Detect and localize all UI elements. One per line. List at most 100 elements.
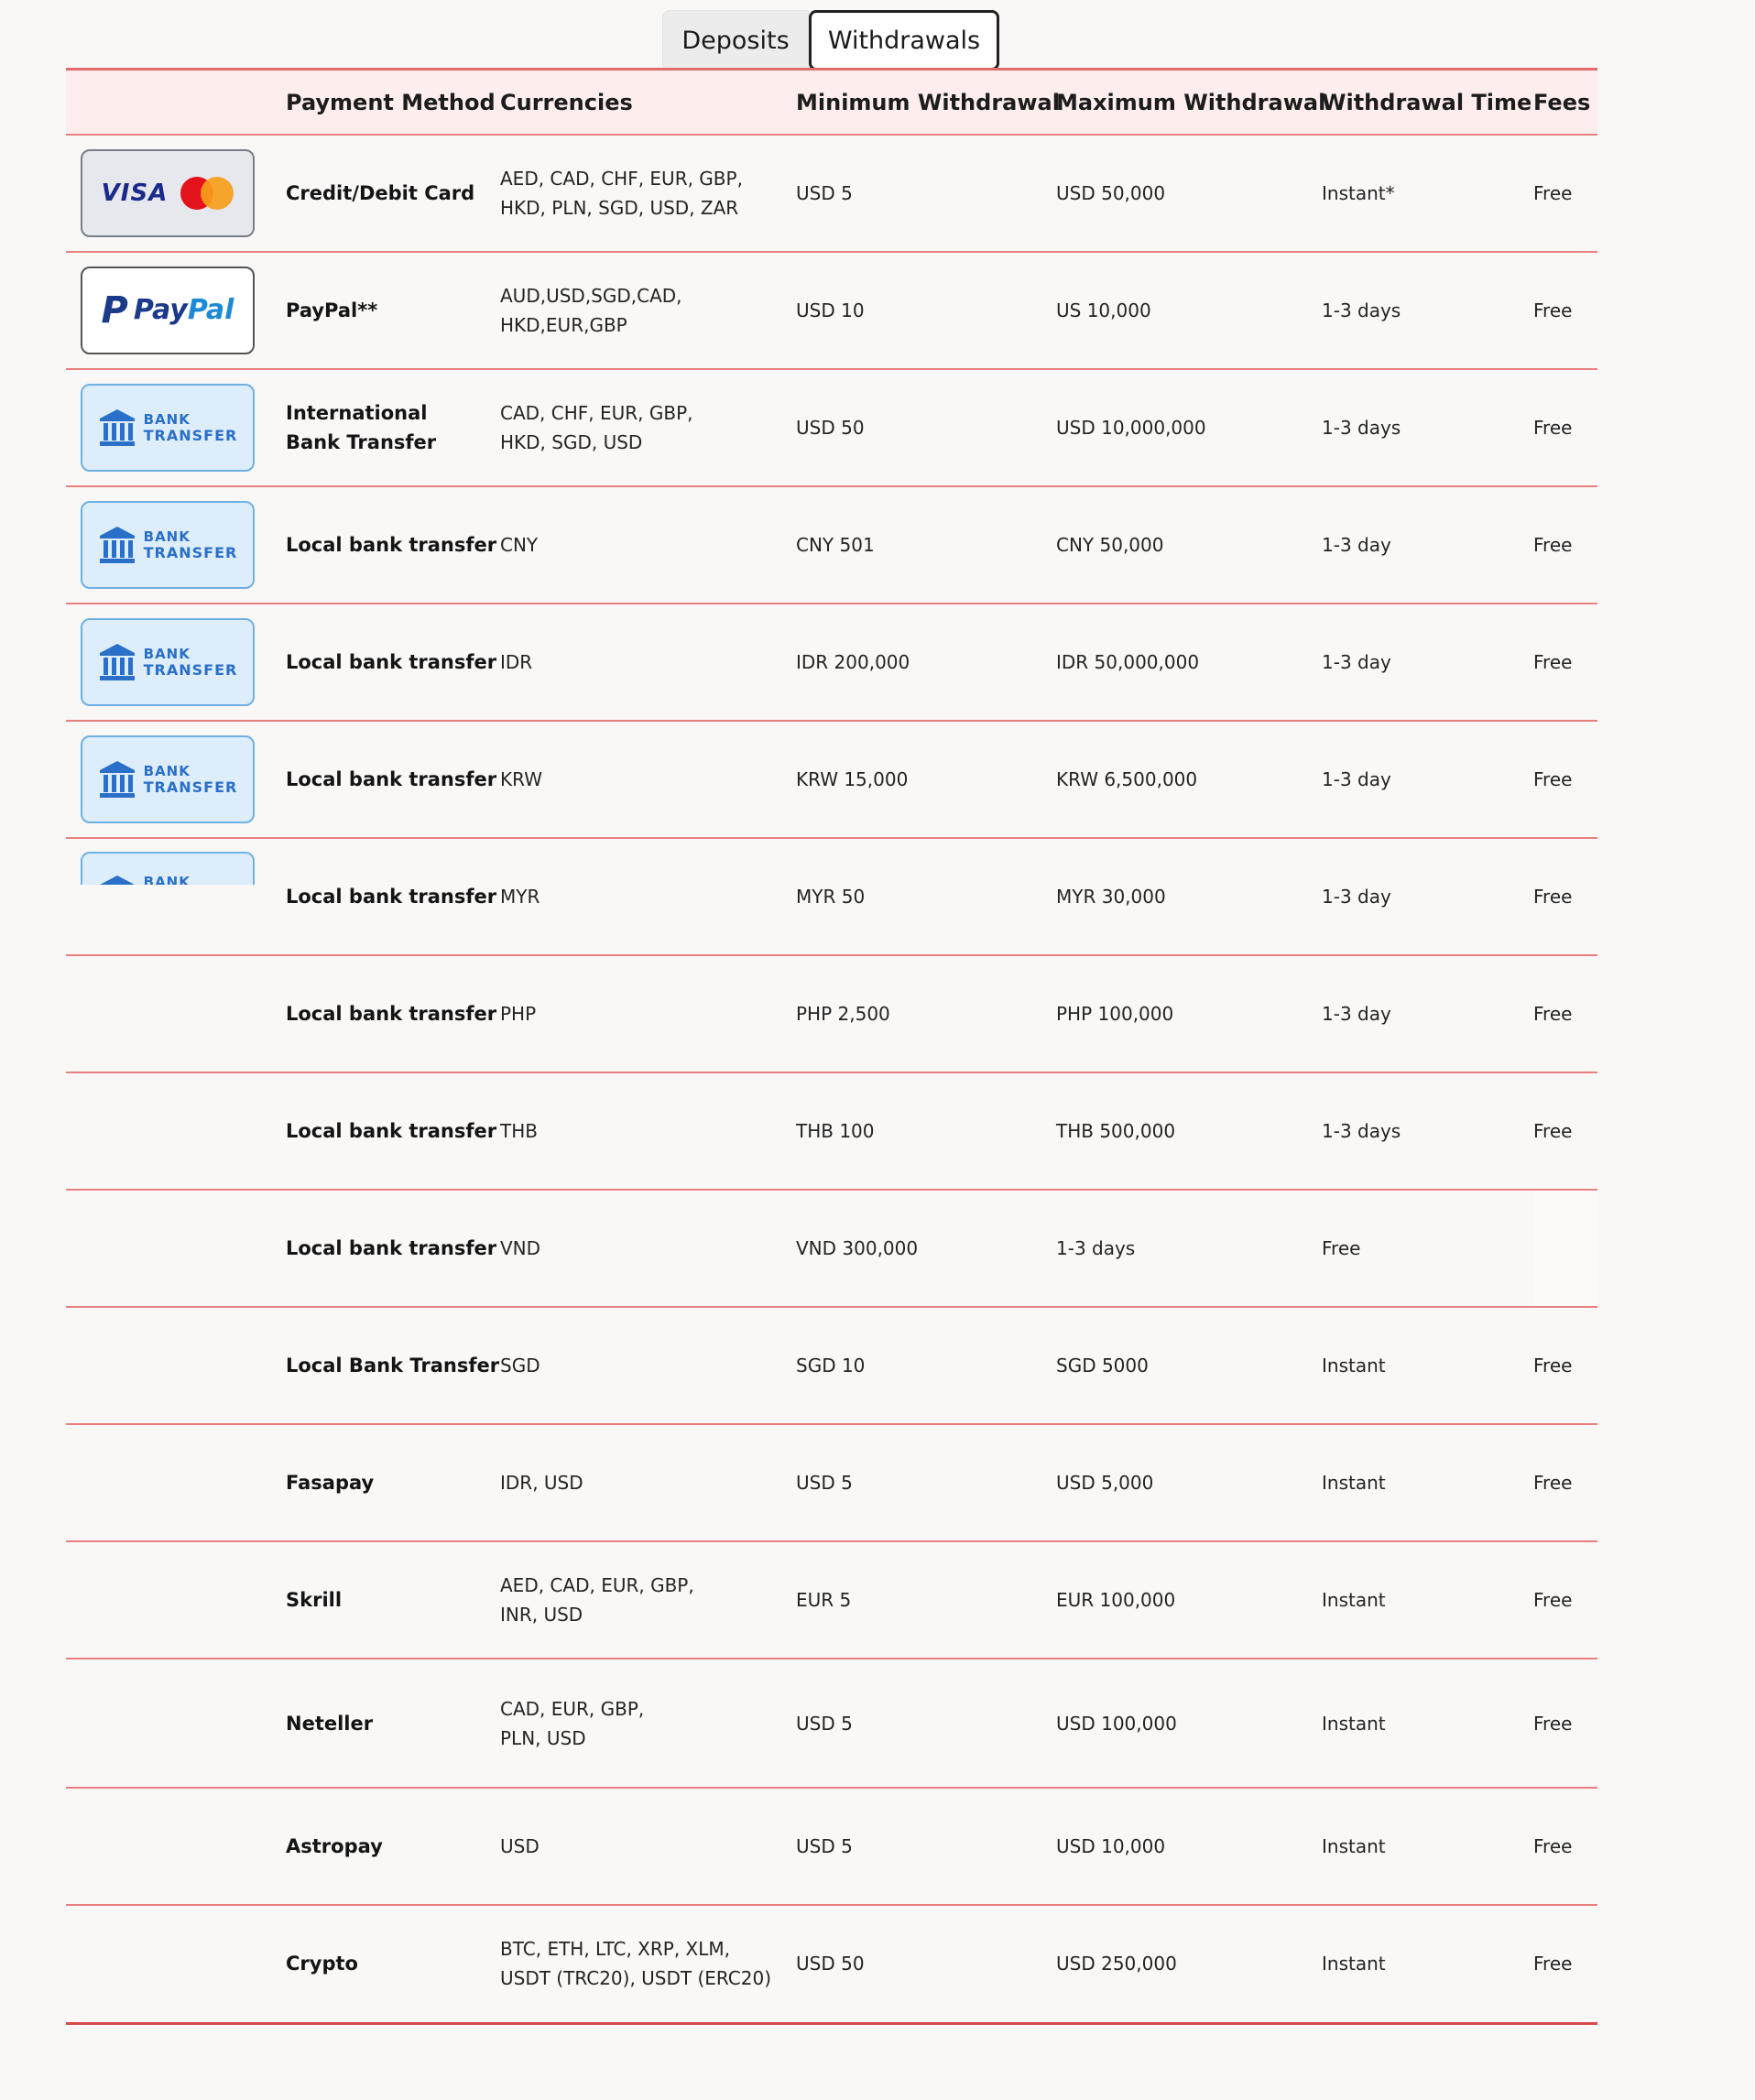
table-row: BANK TRANSFER Local bank transfer IDR IDR 20… (66, 604, 1597, 721)
cell-currencies: IDR, USD (500, 1424, 796, 1541)
cell-withdrawal-time: Free (1322, 1237, 1361, 1259)
currencies-text: PLN, USD (500, 1726, 586, 1749)
cell-currencies: SGD (500, 1307, 796, 1424)
cell-fees: Free (1533, 534, 1573, 556)
cell-logo (66, 955, 286, 1072)
currencies-text: VND (500, 1237, 541, 1259)
cell-withdrawal-time: 1-3 day (1322, 651, 1391, 673)
cell-currencies: IDR (500, 604, 796, 721)
cell-logo (66, 1424, 286, 1541)
cell-minimum-withdrawal: PHP 2,500 (796, 1003, 890, 1025)
header-currencies: Currencies (500, 89, 633, 115)
cell-minimum-withdrawal: KRW 15,000 (796, 768, 909, 790)
cell-fees: Free (1533, 1120, 1573, 1142)
cell-maximum-withdrawal: USD 10,000,000 (1056, 417, 1206, 439)
cell-payment-method: Local bank transfer (286, 1190, 500, 1307)
table-row: BANKTRANSFER Local bank transferMYR MYR 50… (66, 838, 1597, 955)
table-row: VISA Credit/Debit Card AED, CAD, CHF, EUR,… (66, 135, 1597, 252)
cell-minimum-withdrawal: IDR 200,000 (796, 651, 910, 673)
paypal-logo: P PayPal (81, 267, 255, 354)
cell-minimum-withdrawal: USD 5 (796, 1472, 853, 1494)
cell-maximum-withdrawal: 1-3 days (1056, 1237, 1136, 1259)
cell-withdrawal-time: Instant* (1322, 182, 1395, 204)
currencies-text: SGD (500, 1355, 540, 1376)
cell-minimum-withdrawal: USD 50 (796, 417, 865, 439)
cell-logo: BANKTRANSFER (66, 721, 286, 838)
cell-payment-method: Local Bank Transfer (286, 1307, 500, 1424)
table-row: Local bank transfer PHP PHP 2,500 PHP 100,0… (66, 955, 1597, 1072)
cell-withdrawal-time: 1-3 day (1322, 534, 1391, 556)
paypal-pay-text: Pay (133, 294, 188, 326)
bank-building-icon (99, 876, 135, 885)
cell-withdrawal-time: 1-3 days (1322, 299, 1401, 321)
bank-transfer-logo: BANKTRANSFER (81, 501, 255, 589)
payment-method-text: Local Bank Transfer (286, 1355, 500, 1376)
cell-maximum-withdrawal: USD 250,000 (1056, 1953, 1177, 1975)
cell-fees: Free (1533, 1355, 1573, 1376)
tab-deposits[interactable]: Deposits (662, 10, 809, 71)
payment-method-text: Local bank transfer (286, 534, 497, 556)
cell-currencies: BTC, ETH, LTC, XRP, XLM, USDT (TRC20), US… (500, 1905, 796, 2023)
cell-currencies: AUD,USD,SGD,CAD, HKD,EUR,GBP (500, 252, 796, 369)
cell-fees: Free (1533, 768, 1573, 790)
cell-fees (1533, 1190, 1597, 1307)
bank-transfer-logo: BANKTRANSFER (81, 852, 255, 885)
table-header-row: Payment Method Currencies Minimum Withdr… (66, 69, 1597, 135)
payment-method-text: PayPal** (286, 299, 378, 321)
bank-transfer-wordmark: BANKTRANSFER (144, 646, 238, 679)
cell-payment-method: Skrill (286, 1541, 500, 1659)
mastercard-icon (180, 177, 234, 210)
payment-method-text: Local bank transfer (286, 1003, 497, 1025)
table-row: Crypto BTC, ETH, LTC, XRP, XLM, USDT (TRC2… (66, 1905, 1597, 2023)
cell-payment-method: Local bank transfer (286, 721, 500, 838)
payment-method-text: Credit/Debit Card (286, 182, 475, 204)
currencies-text: CAD, CHF, EUR, GBP, (500, 402, 693, 424)
cell-fees: Free (1533, 1835, 1573, 1857)
card-logo: VISA (81, 149, 255, 237)
bank-word-2: TRANSFER (143, 661, 238, 679)
bank-transfer-logo: BANKTRANSFER (81, 735, 255, 823)
cell-minimum-withdrawal: USD 5 (796, 1835, 853, 1857)
payment-method-text: Local bank transfer (286, 1120, 497, 1142)
cell-maximum-withdrawal: CNY 50,000 (1056, 534, 1164, 556)
bank-building-icon (99, 409, 135, 446)
cell-logo: BANKTRANSFER (66, 369, 286, 486)
cell-withdrawal-time: Instant (1322, 1589, 1386, 1611)
page: Deposits Withdrawals Payment Method Curr… (0, 0, 1755, 2100)
cell-withdrawal-time: Instant (1322, 1953, 1386, 1975)
tab-withdrawals[interactable]: Withdrawals (809, 10, 999, 71)
table-row: Local bank transfer VND VND 300,000 1-3 day… (66, 1190, 1597, 1307)
cell-maximum-withdrawal: USD 100,000 (1056, 1712, 1177, 1735)
cell-payment-method: Local bank transfer (286, 838, 500, 955)
cell-currencies: PHP (500, 955, 796, 1072)
cell-fees: Free (1533, 1953, 1573, 1975)
bank-word-1: BANK (143, 528, 191, 545)
cell-currencies: CAD, EUR, GBP, PLN, USD (500, 1659, 796, 1788)
header-maximum-withdrawal: Maximum Withdrawal (1056, 89, 1326, 115)
paypal-p-icon: P (101, 289, 128, 332)
cell-payment-method: Local bank transfer (286, 955, 500, 1072)
payment-method-text: Neteller (286, 1712, 374, 1735)
table-row: Skrill AED, CAD, EUR, GBP, INR, USD EUR 5 EU… (66, 1541, 1597, 1659)
cell-logo (66, 1307, 286, 1424)
cell-payment-method: Local bank transfer (286, 486, 500, 604)
payment-method-text: Local bank transfer (286, 886, 497, 908)
cell-logo: BANKTRANSFER (66, 604, 286, 721)
currencies-text: THB (500, 1120, 538, 1142)
cell-logo (66, 1788, 286, 1905)
bank-transfer-logo: BANKTRANSFER (81, 384, 255, 472)
cell-logo (66, 1659, 286, 1788)
currencies-text: HKD, SGD, USD (500, 431, 643, 453)
currencies-text: USD (500, 1835, 540, 1857)
cell-currencies: CNY (500, 486, 796, 604)
cell-minimum-withdrawal: THB 100 (796, 1120, 875, 1142)
cell-logo (66, 1541, 286, 1659)
cell-currencies: VND (500, 1190, 796, 1307)
cell-minimum-withdrawal: USD 10 (796, 299, 865, 321)
table-row: BANK TRANSFER Local bank transfer CNY CNY 50… (66, 486, 1597, 604)
header-withdrawal-time: Withdrawal Time (1322, 89, 1532, 115)
header-minimum-withdrawal: Minimum Withdrawal (796, 89, 1060, 115)
cell-payment-method: Local bank transfer (286, 1072, 500, 1190)
cell-fees: Free (1533, 1712, 1573, 1735)
currencies-text: KRW (500, 768, 542, 790)
